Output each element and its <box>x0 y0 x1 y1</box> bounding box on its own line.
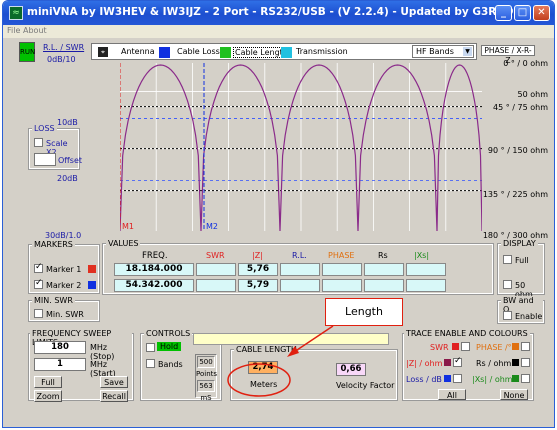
trace-xs-color[interactable] <box>512 375 519 382</box>
trace-swr-label: SWR <box>430 343 449 352</box>
trace-loss-label: Loss / dB <box>406 375 442 384</box>
trace-phase-label: PHASE /° <box>476 343 512 352</box>
annotation-arrowhead <box>287 346 299 357</box>
trace-phase-color[interactable] <box>512 343 519 350</box>
trace-none-button[interactable]: None <box>500 389 528 400</box>
trace-all-button[interactable]: All <box>438 389 466 400</box>
annotation-ellipse <box>227 363 291 397</box>
trace-loss-checkbox[interactable] <box>453 374 462 383</box>
annotation-arrow <box>293 325 334 353</box>
app-window: ≈ miniVNA by IW3HEV & IW3IJZ - 2 Port - … <box>2 0 555 428</box>
trace-loss-color[interactable] <box>444 375 451 382</box>
trace-z-color[interactable] <box>444 359 451 366</box>
trace-rs-label: Rs / ohm <box>476 359 512 368</box>
trace-xs-checkbox[interactable] <box>521 374 530 383</box>
trace-group: TRACE ENABLE AND COLOURS SWR PHASE /° |Z… <box>402 329 534 401</box>
trace-title: TRACE ENABLE AND COLOURS <box>404 329 530 338</box>
trace-swr-color[interactable] <box>452 343 459 350</box>
trace-swr-checkbox[interactable] <box>461 342 470 351</box>
trace-rs-checkbox[interactable] <box>521 358 530 367</box>
trace-z-checkbox[interactable] <box>453 356 462 367</box>
annotation-label: Length <box>325 298 403 326</box>
trace-phase-checkbox[interactable] <box>521 342 530 351</box>
trace-xs-label: |Xs| / ohm <box>472 375 513 384</box>
trace-z-label: |Z| / ohm <box>406 359 443 368</box>
trace-rs-color[interactable] <box>512 359 519 366</box>
